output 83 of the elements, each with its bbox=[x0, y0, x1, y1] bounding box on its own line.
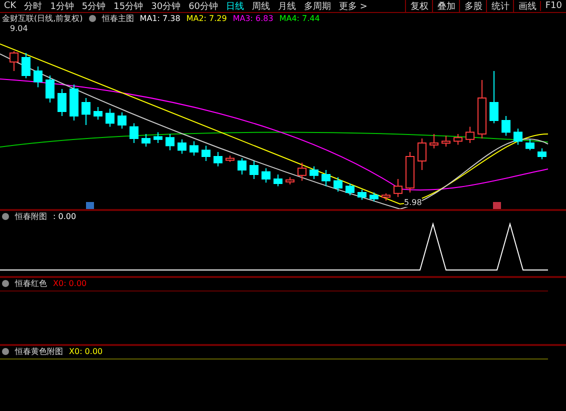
ma-reading: MA2: 7.29 bbox=[186, 14, 227, 23]
candlestick bbox=[202, 145, 210, 162]
period-tab[interactable]: 多周期 bbox=[300, 0, 336, 12]
toolbar-action[interactable]: 画线 bbox=[513, 0, 540, 12]
candlestick bbox=[346, 183, 354, 196]
settings-icon[interactable] bbox=[2, 348, 9, 355]
candlestick bbox=[382, 192, 390, 202]
period-tab[interactable]: 5分钟 bbox=[78, 0, 110, 12]
candlestick bbox=[226, 155, 234, 162]
panel-reading: : 0.00 bbox=[53, 212, 76, 221]
candlestick bbox=[454, 134, 462, 146]
candlestick bbox=[166, 134, 174, 151]
candlestick bbox=[310, 166, 318, 180]
ma-reading: MA1: 7.38 bbox=[140, 14, 180, 23]
candlestick bbox=[58, 88, 66, 116]
candlestick bbox=[130, 122, 138, 144]
candlestick bbox=[274, 174, 282, 187]
candlestick bbox=[322, 170, 330, 187]
candlestick bbox=[250, 160, 258, 180]
candlestick bbox=[418, 138, 426, 170]
settings-icon[interactable] bbox=[2, 280, 9, 288]
candlestick bbox=[106, 108, 114, 128]
candlestick bbox=[46, 75, 54, 103]
high-price-label: 9.04 bbox=[10, 24, 28, 33]
chart-title: 金财互联(日线,前复权) bbox=[2, 13, 83, 24]
candlestick bbox=[442, 135, 450, 148]
candlestick bbox=[490, 70, 498, 124]
toolbar-action[interactable]: 叠加 bbox=[432, 0, 460, 12]
period-tab[interactable]: 月线 bbox=[274, 0, 300, 12]
candlestick bbox=[142, 134, 150, 148]
candlestick bbox=[34, 66, 42, 88]
ma-reading: MA3: 6.83 bbox=[232, 14, 274, 23]
candlestick bbox=[538, 148, 546, 160]
candlestick bbox=[10, 50, 18, 72]
candlestick bbox=[94, 106, 102, 120]
toolbar-action[interactable]: 多股 bbox=[459, 0, 486, 12]
panel-reading: X0: 0.00 bbox=[69, 346, 103, 356]
candlestick bbox=[370, 192, 378, 202]
settings-icon[interactable] bbox=[2, 213, 9, 220]
panel-reading: X0: 0.00 bbox=[53, 279, 87, 288]
candlestick bbox=[214, 152, 222, 167]
period-tab[interactable]: 周线 bbox=[248, 0, 274, 12]
settings-icon[interactable] bbox=[88, 15, 96, 22]
indicator-name: 恒春主图 bbox=[102, 13, 134, 24]
low-price-label: 5.98 bbox=[404, 198, 422, 207]
candlestick bbox=[358, 189, 366, 200]
period-tab[interactable]: 更多 > bbox=[335, 0, 372, 12]
candlestick bbox=[118, 112, 126, 130]
period-tab[interactable]: 日线 bbox=[222, 0, 248, 12]
stock-code: CK bbox=[3, 1, 18, 11]
candlestick bbox=[190, 140, 198, 156]
candlestick bbox=[466, 126, 474, 144]
toolbar-action[interactable]: F10 bbox=[540, 1, 566, 11]
candlestick bbox=[514, 128, 522, 146]
panel-name: 恒春红色 bbox=[15, 278, 47, 290]
candlestick bbox=[82, 98, 90, 126]
candlestick bbox=[298, 162, 306, 182]
ma-reading: MA4: 7.44 bbox=[279, 14, 320, 23]
candlestick bbox=[430, 134, 438, 149]
candlestick bbox=[526, 138, 534, 151]
panel-name: 恒春黄色附图 bbox=[15, 346, 63, 357]
candlestick bbox=[286, 176, 294, 185]
candlestick bbox=[154, 132, 162, 144]
candlestick bbox=[334, 176, 342, 192]
toolbar-action[interactable]: 统计 bbox=[486, 0, 514, 12]
candlestick bbox=[238, 158, 246, 175]
candlestick bbox=[178, 138, 186, 154]
period-tab[interactable]: 分时 bbox=[20, 0, 46, 12]
candlestick bbox=[394, 178, 402, 198]
period-tab[interactable]: 15分钟 bbox=[110, 0, 148, 12]
candlestick bbox=[502, 116, 510, 136]
period-tab[interactable]: 60分钟 bbox=[184, 0, 222, 12]
signal-marker-icon bbox=[86, 202, 94, 209]
period-tab[interactable]: 30分钟 bbox=[147, 0, 185, 12]
candlestick bbox=[406, 152, 414, 193]
toolbar-action[interactable]: 复权 bbox=[405, 0, 432, 12]
period-tab[interactable]: 1分钟 bbox=[46, 0, 78, 12]
panel-name: 恒春附图 bbox=[15, 211, 47, 222]
candlestick bbox=[478, 80, 486, 139]
signal-marker-icon bbox=[493, 202, 501, 209]
candlestick bbox=[262, 168, 270, 184]
candlestick bbox=[22, 52, 30, 79]
candlestick bbox=[70, 84, 78, 121]
